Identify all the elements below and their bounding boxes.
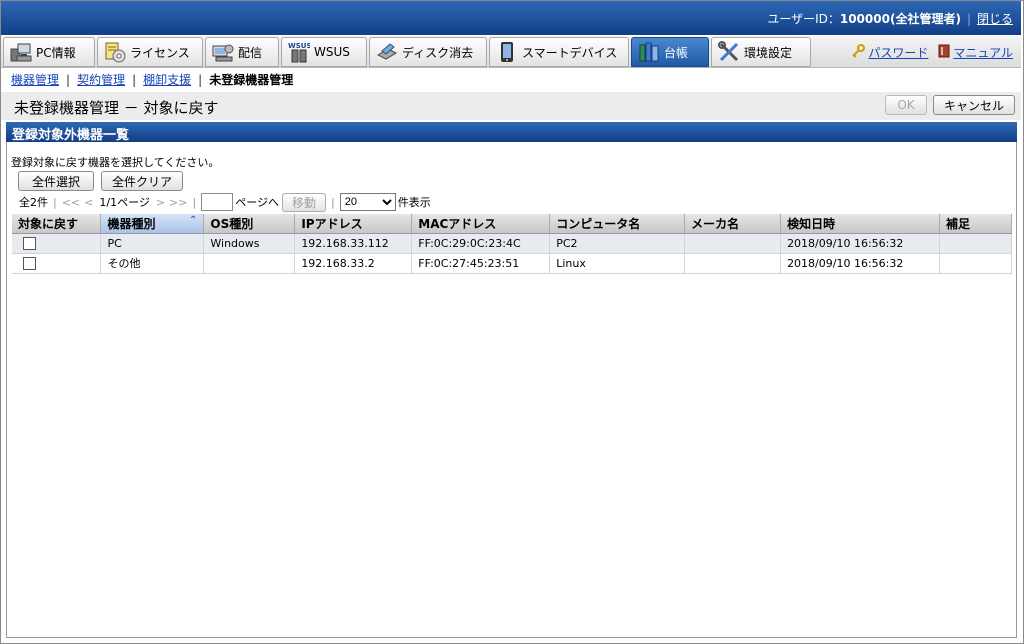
main-nav: PC情報 ライセンス 配信 WSUS WSUS ディスク消去 スマートデバイス … <box>1 36 1021 68</box>
svg-text:WSUS: WSUS <box>288 42 310 50</box>
cell-computer-name: Linux <box>549 253 686 274</box>
breadcrumb: 機器管理 | 契約管理 | 棚卸支援 | 未登録機器管理 <box>11 73 294 87</box>
per-page-select[interactable]: 20 <box>339 193 396 211</box>
go-page-button[interactable]: 移動 <box>282 192 327 212</box>
tab-label: 台帳 <box>664 45 689 60</box>
page-title: 未登録機器管理 － 対象に戻す <box>14 99 219 117</box>
top-header-bar: ユーザーID：100000(全社管理者) | 閉じる <box>1 1 1021 35</box>
select-all-button[interactable]: 全件選択 <box>18 171 94 191</box>
manual-link[interactable]: マニュアル <box>938 44 1013 61</box>
tab-wsus[interactable]: WSUS WSUS <box>281 37 367 67</box>
col-header-return[interactable]: 対象に戻す <box>12 214 102 234</box>
last-page-button[interactable]: >> <box>169 196 187 209</box>
cell-note <box>939 233 1012 254</box>
key-icon <box>851 44 866 61</box>
breadcrumb-contract-management[interactable]: 契約管理 <box>77 73 125 87</box>
tab-distribution[interactable]: 配信 <box>205 37 279 67</box>
cell-maker <box>684 233 782 254</box>
breadcrumb-device-management[interactable]: 機器管理 <box>11 73 59 87</box>
cell-note <box>939 253 1012 274</box>
pc-info-icon <box>10 41 32 63</box>
page-suffix: ページへ <box>235 196 280 209</box>
col-header-computer-name[interactable]: コンピュータ名 <box>549 214 686 234</box>
cell-os-type <box>203 253 296 274</box>
table-row: その他 192.168.33.2 FF:0C:27:45:23:51 Linux… <box>12 253 1012 274</box>
cell-ip-address: 192.168.33.112 <box>294 233 413 254</box>
cell-computer-name: PC2 <box>549 233 686 254</box>
page-number-input[interactable] <box>201 193 234 211</box>
col-header-maker[interactable]: メーカ名 <box>684 214 782 234</box>
cancel-button[interactable]: キャンセル <box>933 95 1015 115</box>
row-checkbox[interactable] <box>23 236 36 250</box>
device-table: 対象に戻す 機器種別 ⌃ OS種別 IPアドレス MACアドレス コンピュータ名 … <box>12 214 1012 274</box>
prev-page-button[interactable]: < <box>84 196 93 209</box>
disk-erase-icon <box>376 41 398 63</box>
user-id-label: ユーザーID： <box>767 12 840 26</box>
next-page-button[interactable]: > <box>156 196 165 209</box>
clear-all-button[interactable]: 全件クリア <box>101 171 183 191</box>
page-title-bar: 未登録機器管理 － 対象に戻す <box>1 92 1021 120</box>
tab-settings[interactable]: 環境設定 <box>711 37 811 67</box>
row-checkbox[interactable] <box>23 256 36 270</box>
cell-mac-address: FF:0C:29:0C:23:4C <box>411 233 551 254</box>
sort-ascending-icon: ⌃ <box>188 214 198 226</box>
tab-label: ディスク消去 <box>402 45 474 60</box>
total-count: 全2件 <box>19 196 48 209</box>
instruction-text: 登録対象に戻す機器を選択してください。 <box>11 156 220 169</box>
cell-maker <box>684 253 782 274</box>
close-link[interactable]: 閉じる <box>977 12 1013 26</box>
password-link[interactable]: パスワード <box>851 44 928 61</box>
user-info: ユーザーID：100000(全社管理者) | 閉じる <box>767 12 1013 26</box>
user-id-value: 100000(全社管理者) <box>839 12 961 26</box>
ledger-icon <box>638 41 660 63</box>
license-icon <box>104 41 126 63</box>
ok-button[interactable]: OK <box>885 95 927 115</box>
utility-links: パスワード マニュアル <box>851 44 1013 61</box>
table-header-row: 対象に戻す 機器種別 ⌃ OS種別 IPアドレス MACアドレス コンピュータ名 … <box>12 214 1012 234</box>
page-info: 1/1ページ <box>99 196 150 209</box>
col-header-detected-at[interactable]: 検知日時 <box>780 214 940 234</box>
tab-pc-info[interactable]: PC情報 <box>3 37 95 67</box>
tab-license[interactable]: ライセンス <box>97 37 203 67</box>
tab-smart-device[interactable]: スマートデバイス <box>489 37 629 67</box>
cell-detected-at: 2018/09/10 16:56:32 <box>780 233 940 254</box>
tab-label: 配信 <box>238 45 263 60</box>
breadcrumb-inventory-support[interactable]: 棚卸支援 <box>143 73 191 87</box>
table-row: PC Windows 192.168.33.112 FF:0C:29:0C:23… <box>12 233 1012 254</box>
tab-ledger[interactable]: 台帳 <box>631 37 709 67</box>
settings-tools-icon <box>718 41 740 63</box>
tab-label: ライセンス <box>130 45 190 60</box>
tab-disk-erase[interactable]: ディスク消去 <box>369 37 487 67</box>
smart-device-icon <box>496 41 518 63</box>
cell-device-type: PC <box>100 233 205 254</box>
wsus-icon: WSUS <box>288 41 312 63</box>
cell-ip-address: 192.168.33.2 <box>294 253 413 274</box>
distribution-icon <box>212 41 234 63</box>
col-header-ip-address[interactable]: IPアドレス <box>294 214 413 234</box>
tab-label: スマートデバイス <box>522 45 618 60</box>
cell-detected-at: 2018/09/10 16:56:32 <box>780 253 940 274</box>
col-header-device-type[interactable]: 機器種別 ⌃ <box>100 214 205 234</box>
col-header-os-type[interactable]: OS種別 <box>203 214 296 234</box>
breadcrumb-current: 未登録機器管理 <box>209 73 294 87</box>
tab-label: WSUS <box>314 45 350 59</box>
section-header: 登録対象外機器一覧 <box>6 122 1017 143</box>
pager: 全2件 | << < 1/1ページ > >> | ページへ 移動 | 20 件表… <box>19 192 431 212</box>
book-icon <box>938 44 950 61</box>
per-page-suffix: 件表示 <box>397 196 431 209</box>
cell-device-type: その他 <box>100 253 205 274</box>
col-header-mac-address[interactable]: MACアドレス <box>411 214 551 234</box>
tab-label: PC情報 <box>36 45 76 60</box>
col-header-note[interactable]: 補足 <box>939 214 1012 234</box>
cell-mac-address: FF:0C:27:45:23:51 <box>411 253 551 274</box>
tab-label: 環境設定 <box>744 45 793 60</box>
first-page-button[interactable]: << <box>62 196 80 209</box>
cell-os-type: Windows <box>203 233 296 254</box>
